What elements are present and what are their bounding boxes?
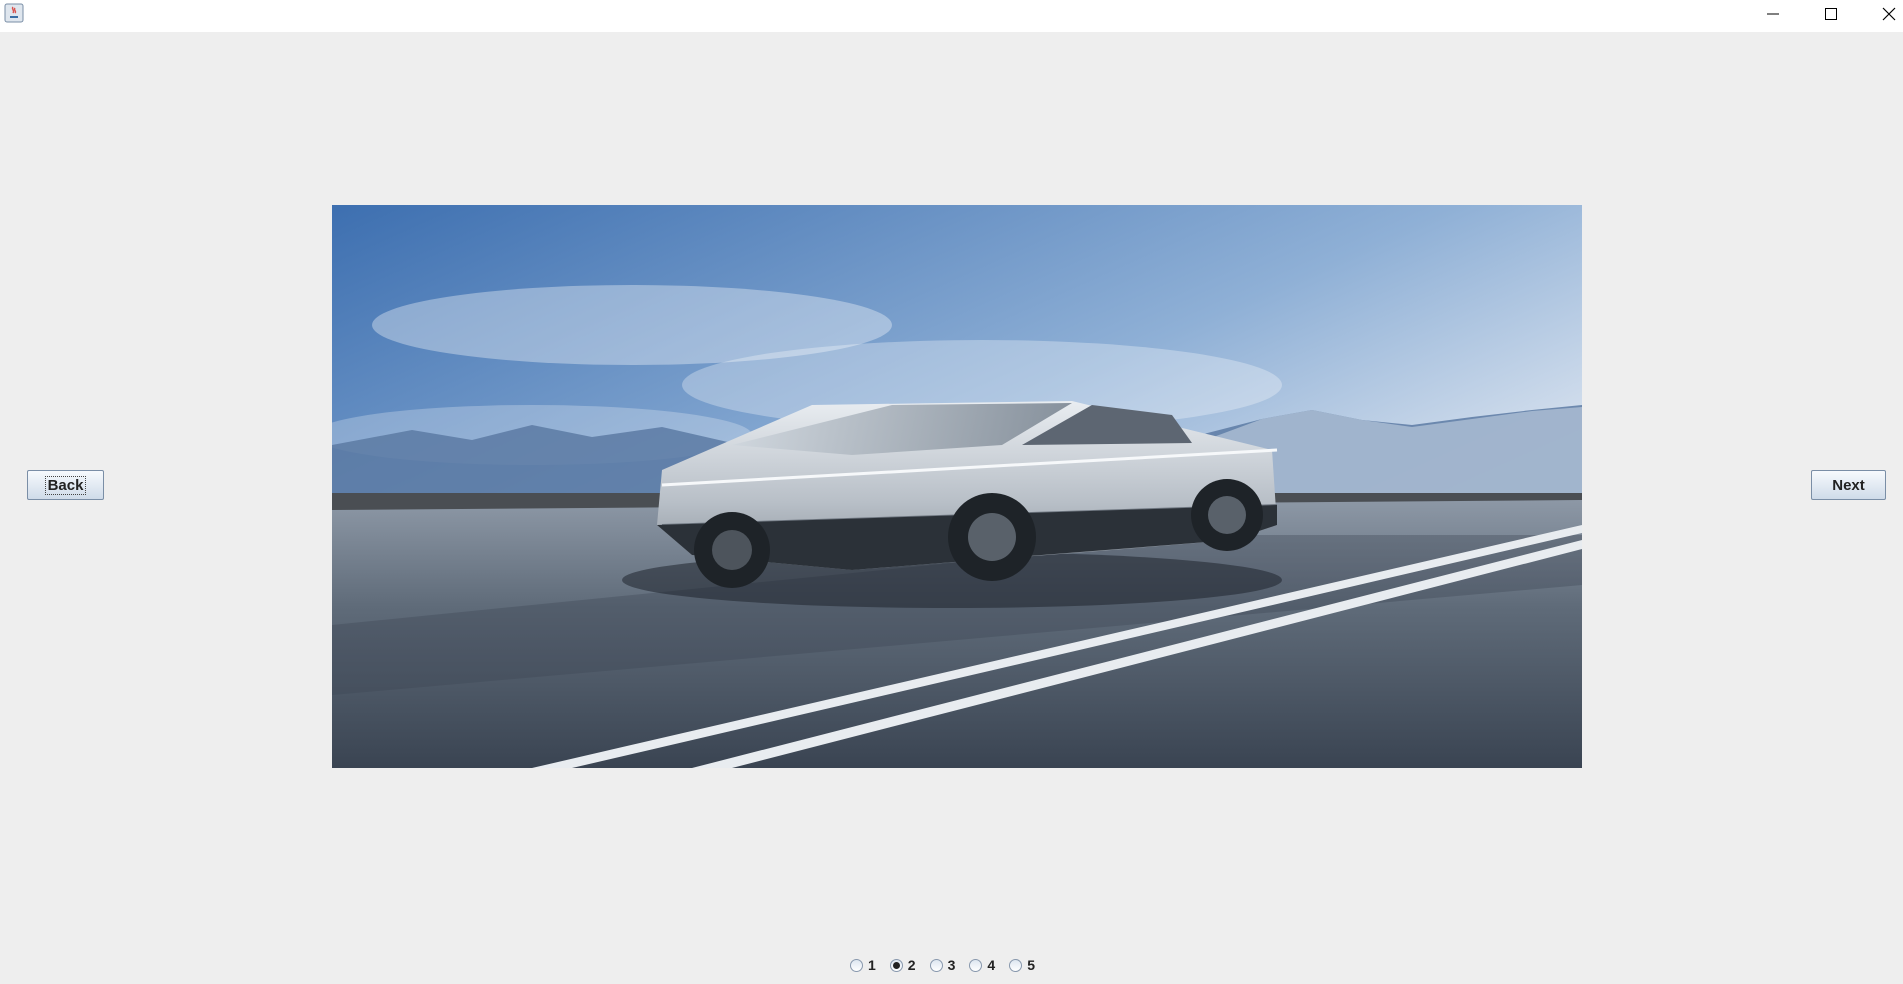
slide-radio-label: 5 (1027, 957, 1035, 973)
slide-radio-4[interactable]: 4 (969, 957, 995, 973)
minimize-icon[interactable] (1744, 0, 1802, 28)
slide-radio-label: 3 (947, 957, 956, 973)
slide-radio-label: 4 (987, 957, 996, 973)
radio-icon[interactable] (929, 958, 943, 972)
radio-icon[interactable] (850, 958, 863, 972)
slide-radio-2[interactable]: 2 (889, 957, 916, 973)
slide-radio-label: 1 (868, 957, 876, 973)
slide-image (332, 205, 1582, 768)
radio-icon[interactable] (969, 958, 983, 972)
slide-radio-1[interactable]: 1 (850, 957, 876, 973)
slide-radio-label: 2 (907, 957, 916, 973)
back-button-label: Back (44, 475, 87, 495)
title-bar (0, 0, 1903, 32)
slide-radio-5[interactable]: 5 (1009, 957, 1035, 973)
radio-checked-icon[interactable] (889, 958, 903, 972)
maximize-icon[interactable] (1802, 0, 1860, 28)
next-button-label: Next (1832, 476, 1865, 494)
next-button[interactable]: Next (1811, 470, 1886, 500)
back-button[interactable]: Back (27, 470, 104, 500)
slide-radio-3[interactable]: 3 (929, 957, 956, 973)
java-app-icon (4, 3, 24, 23)
radio-icon[interactable] (1009, 958, 1023, 972)
app-window: Back Next 1 2 3 4 5 (0, 0, 1903, 984)
slide-selector: 1 2 3 4 5 (850, 955, 1049, 975)
close-icon[interactable] (1860, 0, 1903, 28)
